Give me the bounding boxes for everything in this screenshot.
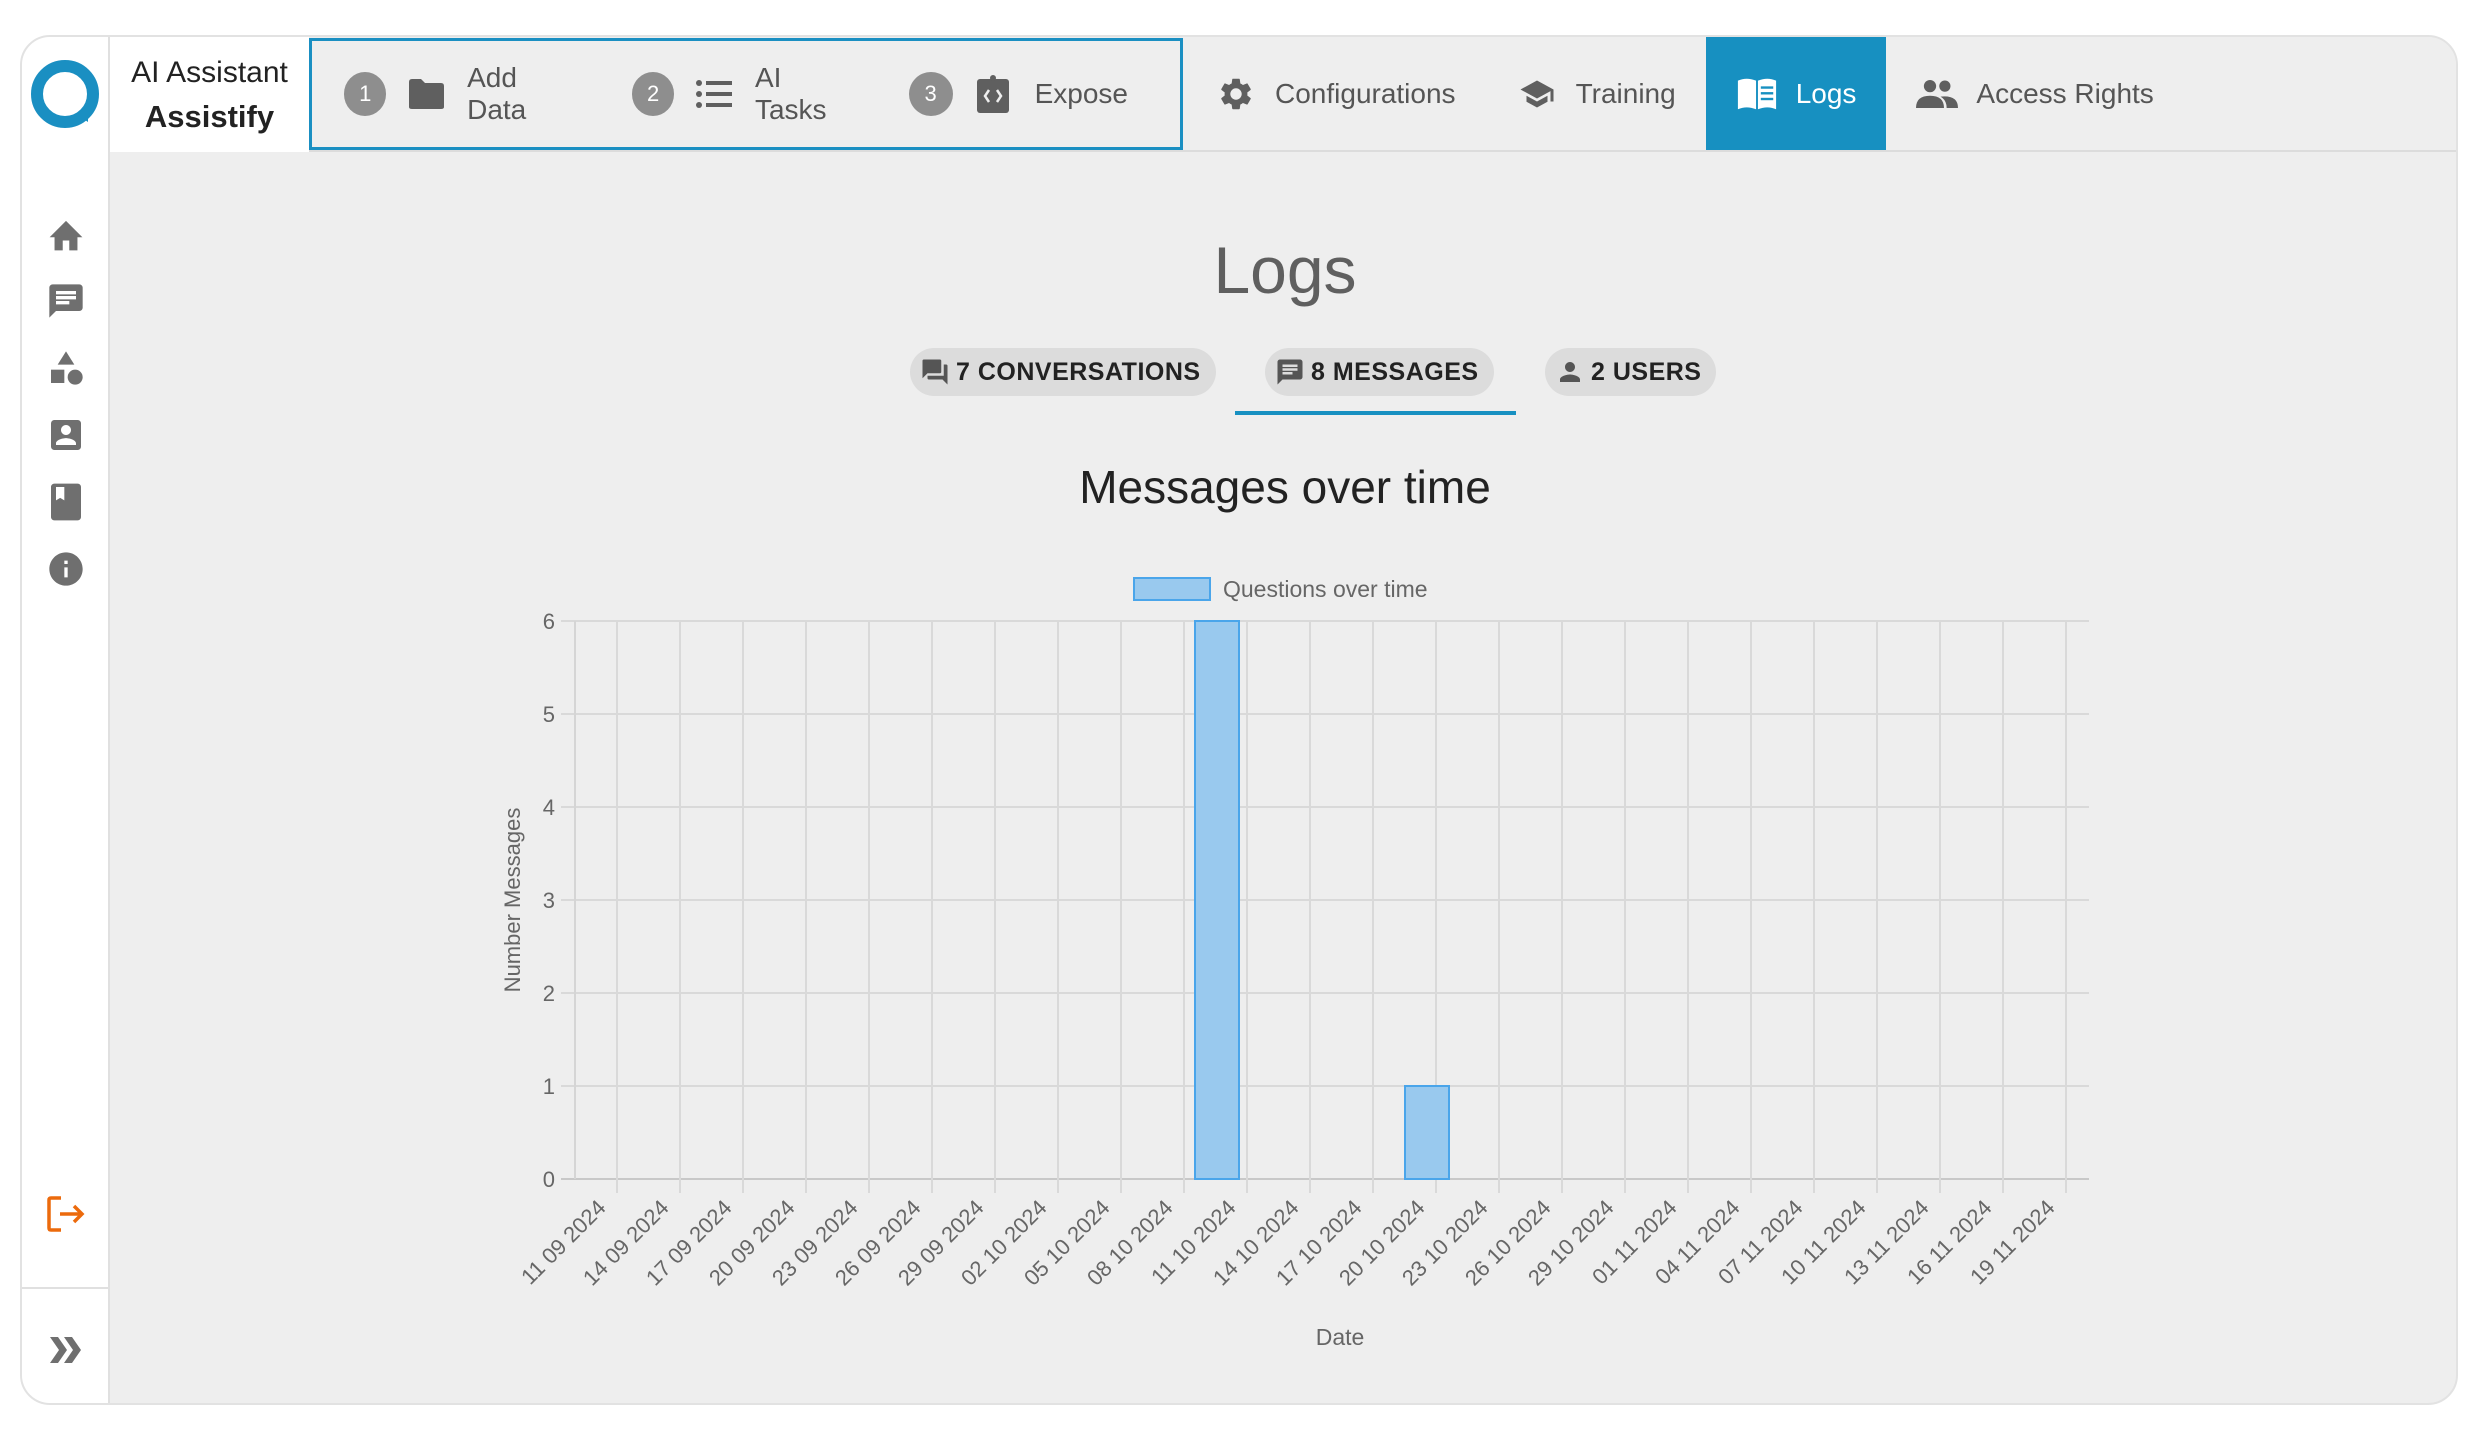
y-tick-label: 5 — [543, 702, 555, 727]
y-tick-label: 1 — [543, 1074, 555, 1099]
messages-bar-chart: 012345611 09 202414 09 202417 09 202420 … — [500, 576, 2089, 1350]
y-tick-label: 0 — [543, 1167, 555, 1192]
y-tick-label: 2 — [543, 981, 555, 1006]
y-tick-label: 6 — [543, 609, 555, 634]
legend-label: Questions over time — [1223, 576, 1428, 602]
x-axis-title: Date — [1316, 1324, 1365, 1350]
app-window: AI Assistant Assistify 1 Add Data 2 AI T… — [20, 35, 2458, 1405]
y-axis-title: Number Messages — [500, 808, 525, 993]
bar — [1404, 1085, 1450, 1180]
legend-swatch — [1133, 577, 1211, 601]
y-tick-label: 3 — [543, 888, 555, 913]
y-tick-label: 4 — [543, 795, 555, 820]
bar — [1194, 620, 1240, 1180]
